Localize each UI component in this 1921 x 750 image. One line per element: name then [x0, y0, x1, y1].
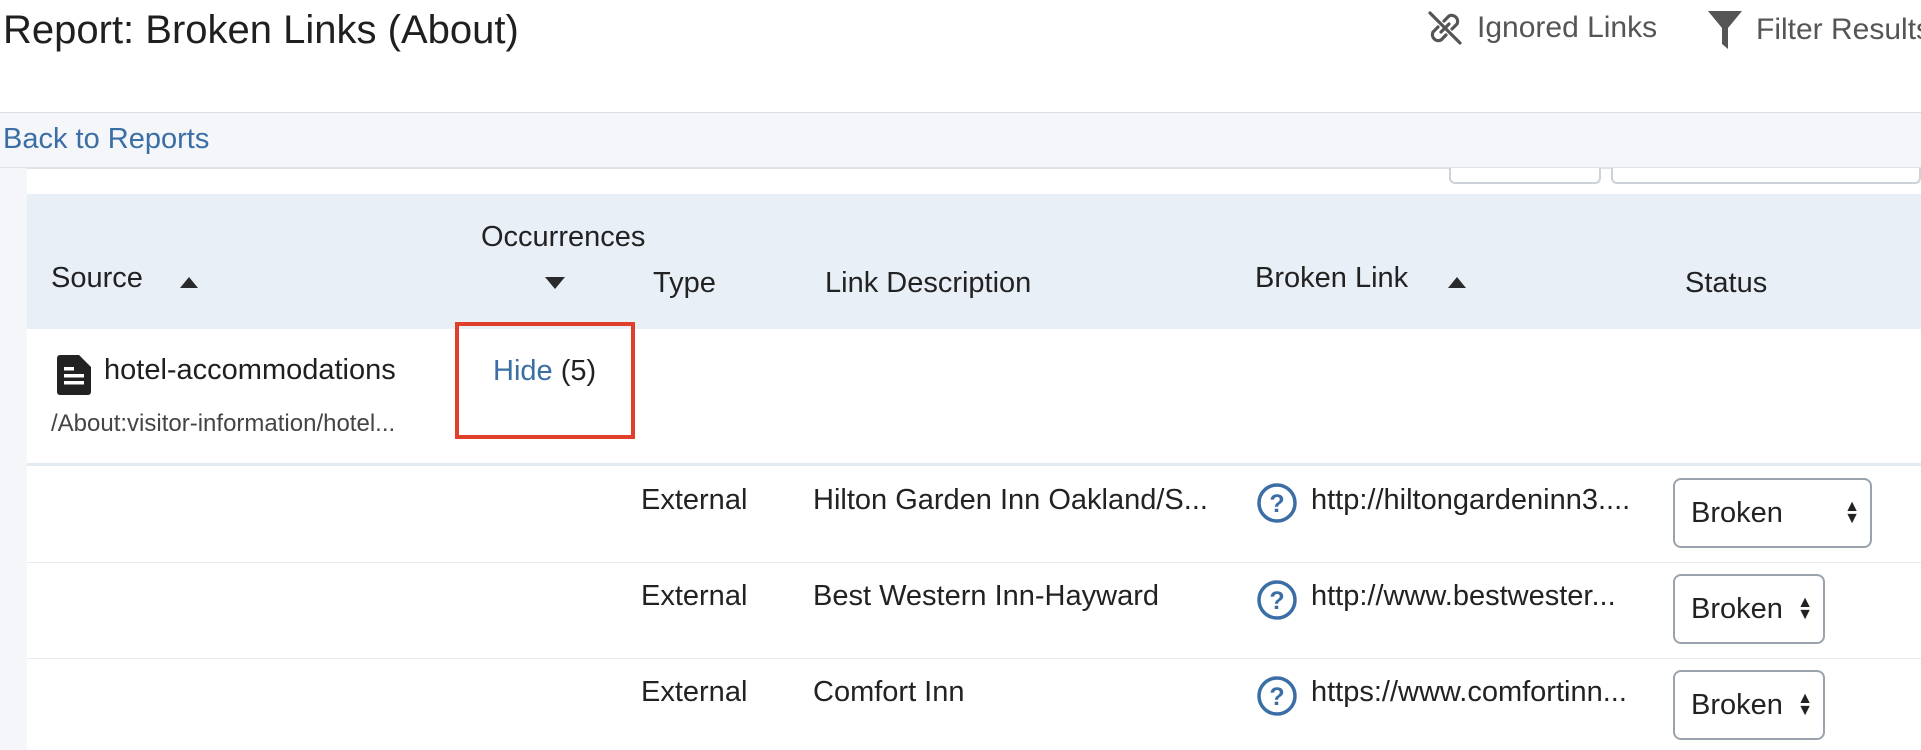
svg-text:?: ?	[1269, 490, 1284, 518]
svg-text:?: ?	[1269, 587, 1284, 615]
ignored-links-button[interactable]: Ignored Links	[1425, 8, 1657, 48]
ignored-links-label: Ignored Links	[1477, 11, 1658, 44]
status-select[interactable]: Broken ▲ ▼	[1673, 478, 1872, 548]
hide-occurrences-link[interactable]: Hide	[493, 355, 553, 387]
filter-results-label: Filter Results	[1756, 13, 1921, 46]
column-header-source[interactable]: Source	[51, 262, 143, 295]
column-header-occurrences[interactable]: Occurrences	[481, 221, 645, 254]
sort-descending-icon[interactable]	[544, 276, 566, 290]
column-label-status: Status	[1685, 267, 1768, 299]
status-select[interactable]: Broken ▲ ▼	[1673, 574, 1825, 644]
column-header-broken-link[interactable]: Broken Link	[1255, 262, 1408, 295]
column-label-broken-link: Broken Link	[1255, 262, 1409, 294]
source-path: /About:visitor-information/hotel...	[51, 410, 396, 437]
column-label-source: Source	[51, 262, 143, 294]
sort-ascending-icon[interactable]	[179, 276, 199, 290]
description-cell: Hilton Garden Inn Oakland/S...	[813, 484, 1208, 516]
help-circle-icon[interactable]: ?	[1256, 482, 1298, 524]
type-cell: External	[641, 676, 748, 708]
occurrences-count: (5)	[560, 355, 597, 387]
occurrences-cell: Hide (5)	[493, 355, 596, 388]
select-arrows-icon: ▲ ▼	[1797, 690, 1813, 719]
breadcrumb-bar: Back to Reports	[0, 113, 1921, 169]
back-to-reports-link[interactable]: Back to Reports	[3, 123, 209, 156]
source-name[interactable]: hotel-accommodations	[104, 354, 396, 387]
column-label-occurrences: Occurrences	[481, 221, 646, 253]
help-circle-icon[interactable]: ?	[1256, 579, 1298, 621]
toolbar-field[interactable]	[1611, 168, 1921, 184]
broken-link-cell[interactable]: https://www.comfortinn...	[1311, 676, 1627, 709]
status-value: Broken	[1691, 496, 1783, 529]
select-arrows-icon: ▲ ▼	[1797, 594, 1813, 623]
filter-results-button[interactable]: Filter Results	[1706, 8, 1921, 52]
document-icon	[57, 355, 91, 395]
status-value: Broken	[1691, 592, 1783, 625]
svg-text:?: ?	[1269, 683, 1284, 711]
description-cell: Best Western Inn-Hayward	[813, 580, 1159, 612]
table-row: External Hilton Garden Inn Oakland/S... …	[27, 466, 1921, 564]
column-label-link-description: Link Description	[825, 267, 1032, 299]
type-cell: External	[641, 484, 748, 516]
page-title: Report: Broken Links (About)	[3, 8, 519, 52]
broken-link-cell[interactable]: http://hiltongardeninn3....	[1311, 484, 1630, 517]
select-arrows-icon: ▲ ▼	[1844, 498, 1860, 527]
page-header: Report: Broken Links (About) Ignored Lin…	[0, 0, 1921, 114]
content-gutter	[0, 168, 27, 750]
status-select[interactable]: Broken ▲ ▼	[1673, 670, 1825, 740]
description-cell: Comfort Inn	[813, 676, 965, 708]
table-row: External Comfort Inn ? https://www.comfo…	[27, 659, 1921, 750]
table-header: Source Occurrences Type Link Description…	[27, 194, 1921, 329]
unlink-icon	[1428, 11, 1462, 45]
column-header-status[interactable]: Status	[1685, 267, 1767, 300]
column-header-link-description[interactable]: Link Description	[825, 267, 1031, 300]
broken-link-cell[interactable]: http://www.bestwester...	[1311, 580, 1616, 613]
table-row: External Best Western Inn-Hayward ? http…	[27, 563, 1921, 660]
source-group-row: hotel-accommodations /About:visitor-info…	[27, 329, 1921, 466]
column-label-type: Type	[653, 267, 716, 299]
help-circle-icon[interactable]: ?	[1256, 675, 1298, 717]
filter-icon	[1708, 11, 1742, 49]
status-value: Broken	[1691, 688, 1783, 721]
sort-ascending-icon[interactable]	[1447, 276, 1467, 290]
type-cell: External	[641, 580, 748, 612]
column-header-type[interactable]: Type	[653, 267, 716, 300]
toolbar-button[interactable]	[1449, 168, 1601, 184]
